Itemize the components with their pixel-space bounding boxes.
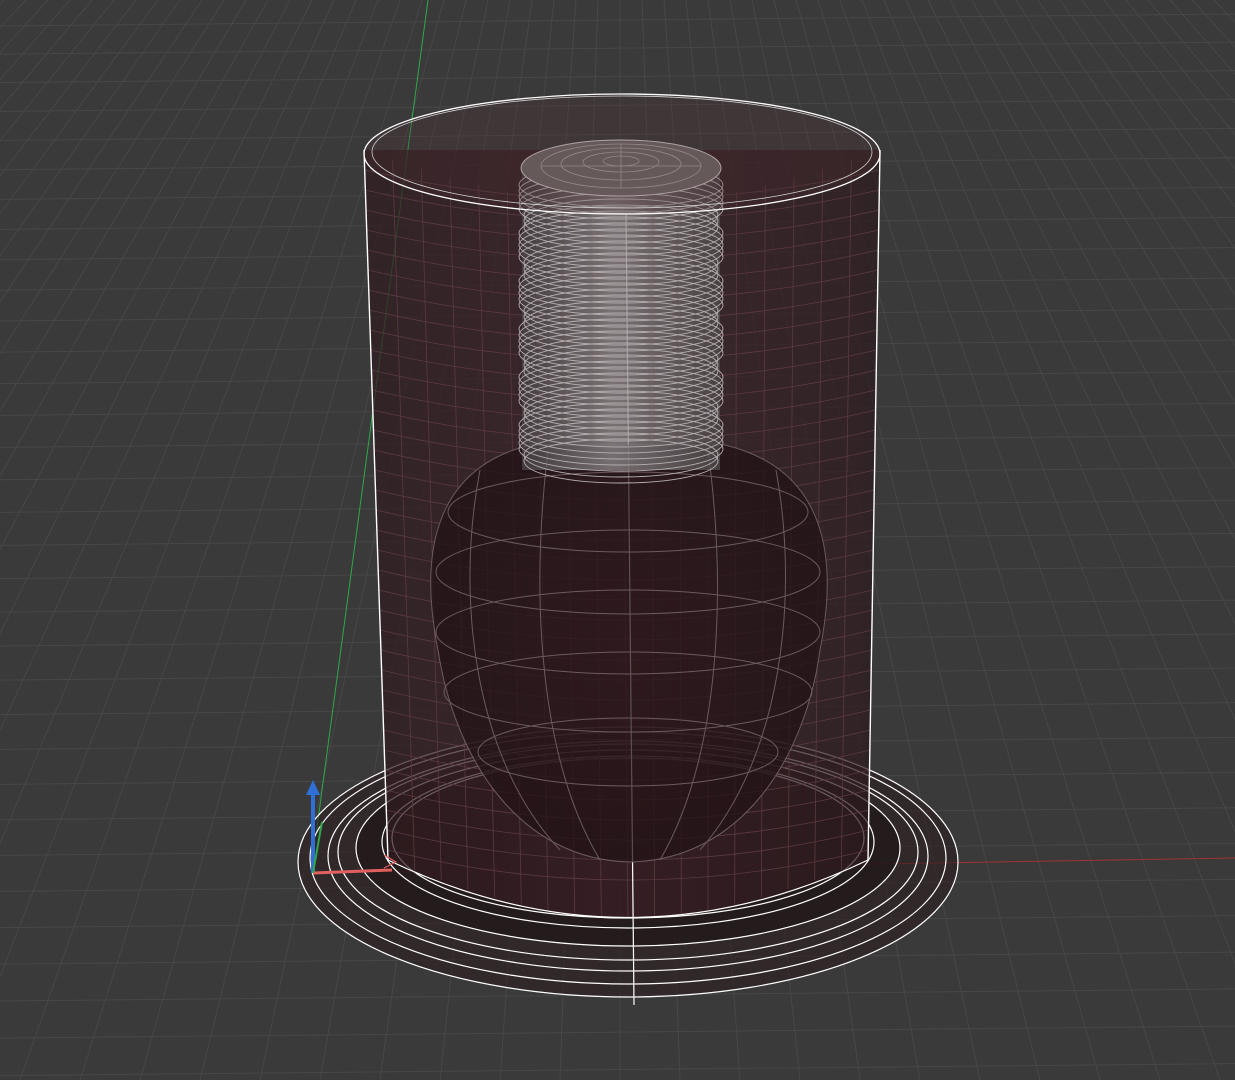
cylinder-top-rim [363,93,881,215]
viewport-canvas[interactable] [0,0,1235,1080]
3d-viewport[interactable] [0,0,1235,1080]
